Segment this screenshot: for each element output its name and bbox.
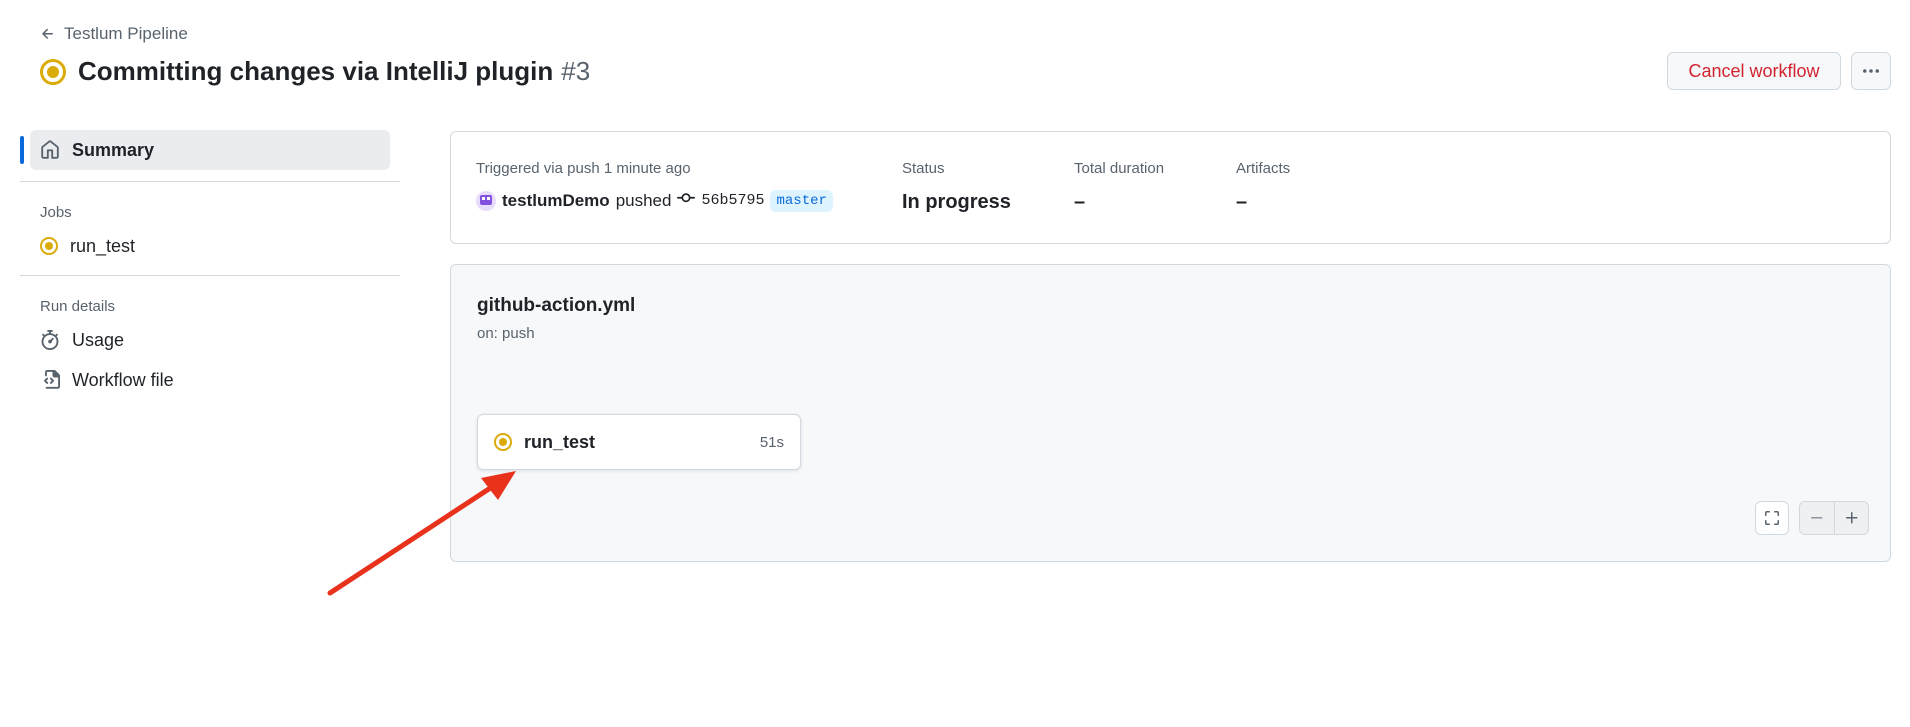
run-number: #3 [561,56,591,86]
branch-badge[interactable]: master [770,189,833,212]
sidebar-item-label: Workflow file [72,369,174,390]
more-options-button[interactable] [1851,52,1891,90]
push-action: pushed [615,190,672,210]
sidebar-divider [20,181,400,182]
avatar[interactable] [476,190,496,211]
in-progress-status-icon [40,58,66,85]
screen-full-icon [1765,511,1779,525]
actor-link[interactable]: testlumDemo [502,191,610,211]
trigger-info: Triggered via push 1 minute ago testlumD… [476,160,833,212]
zoom-controls [1799,501,1869,535]
sidebar-item-job-run-test[interactable]: run_test [40,227,400,265]
git-commit-icon [677,189,696,212]
artifacts-value: – [1236,191,1248,213]
workflow-file-name: github-action.yml [477,295,636,316]
job-node-duration: 51s [759,433,784,451]
status-value: In progress [902,191,1011,213]
sidebar: Summary Jobs run_test Run details Usage … [20,130,400,399]
cancel-workflow-button[interactable]: Cancel workflow [1667,52,1841,90]
artifacts-info: Artifacts – [1236,160,1290,214]
home-icon [41,140,59,159]
back-link-label: Testlum Pipeline [64,24,188,43]
in-progress-status-icon [494,433,512,451]
sidebar-item-workflow-file[interactable]: Workflow file [40,361,400,399]
workflow-graph: github-action.yml on: push run_test 51s [450,264,1891,562]
arrow-left-icon [42,28,53,39]
sidebar-item-label: Usage [72,329,125,350]
sidebar-item-usage[interactable]: Usage [40,321,400,359]
sidebar-item-summary-label: Summary [72,139,155,160]
sidebar-item-label: run_test [70,235,136,256]
run-summary-card: Triggered via push 1 minute ago testlumD… [450,131,1891,244]
plus-icon [1845,512,1857,524]
workflow-trigger: on: push [477,325,535,342]
push-details: testlumDemo pushed 56b5795 master [476,189,833,212]
sidebar-item-summary[interactable]: Summary [20,130,390,170]
zoom-in-button[interactable] [1834,502,1868,534]
page-title-row: Committing changes via IntelliJ plugin #… [40,56,590,87]
fullscreen-button[interactable] [1755,501,1789,535]
duration-info: Total duration – [1074,160,1164,214]
back-link[interactable]: Testlum Pipeline [40,24,188,44]
commit-sha-link[interactable]: 56b5795 [701,192,764,209]
job-node-name: run_test [524,431,596,452]
stopwatch-icon [41,330,59,350]
graph-controls [1755,501,1869,535]
in-progress-status-icon [40,237,58,255]
trigger-label: Triggered via push 1 minute ago [476,160,691,177]
jobs-heading: Jobs [40,204,72,221]
page-title: Committing changes via IntelliJ plugin [78,56,554,86]
job-node-run-test[interactable]: run_test 51s [477,414,801,470]
kebab-horizontal-icon [1863,69,1879,73]
status-label: Status [902,160,945,177]
duration-label: Total duration [1074,160,1165,177]
status-info: Status In progress [902,160,1011,214]
file-code-icon [44,370,60,389]
run-details-heading: Run details [40,298,116,315]
zoom-out-button[interactable] [1800,502,1834,534]
duration-value: – [1074,191,1086,213]
minus-icon [1811,517,1823,519]
artifacts-label: Artifacts [1236,160,1291,177]
sidebar-divider [20,275,400,276]
